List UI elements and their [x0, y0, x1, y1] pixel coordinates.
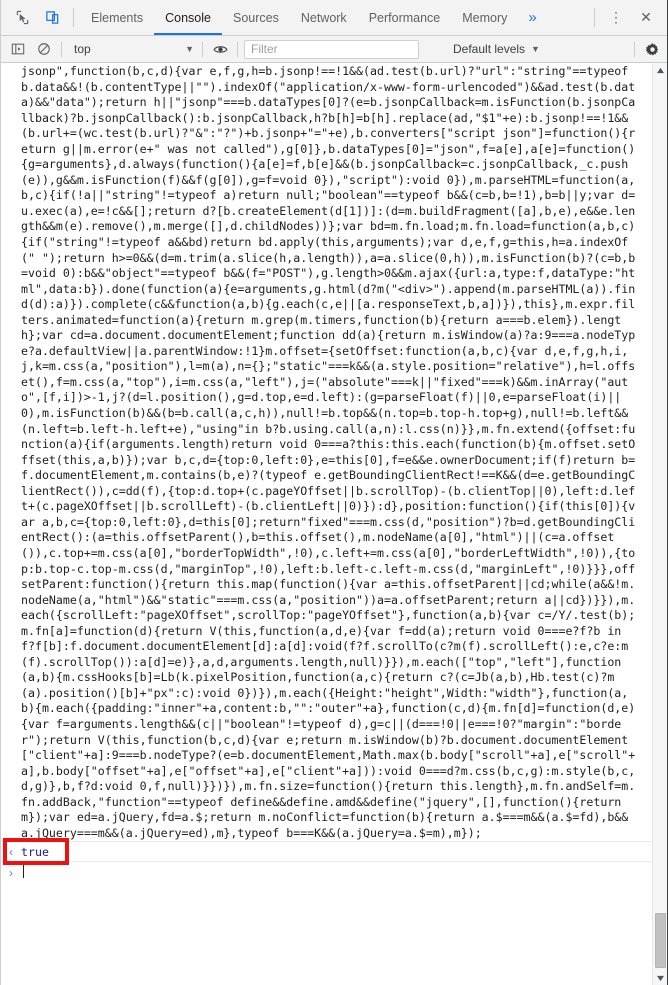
- result-content: true: [21, 845, 652, 859]
- devtools-panel: Elements Console Sources Network Perform…: [0, 0, 668, 985]
- console-message-area: jsonp",function(b,c,d){var e,f,g,h=b.jso…: [1, 63, 667, 985]
- prompt-input[interactable]: [21, 865, 652, 881]
- tab-label: Elements: [91, 10, 144, 25]
- scrollbar-thumb[interactable]: [654, 912, 666, 969]
- devtools-main-menu-icon[interactable]: ⋮: [601, 0, 631, 35]
- text-cursor: [23, 865, 24, 879]
- execution-context-selector[interactable]: top ▼: [66, 40, 198, 59]
- console-result-true[interactable]: ‹ true: [1, 841, 652, 863]
- device-toolbar-icon[interactable]: [37, 0, 67, 35]
- clear-console-icon[interactable]: [31, 36, 57, 62]
- chevron-down-icon-levels: ▼: [531, 44, 540, 54]
- toolbar-divider-right: [594, 8, 595, 27]
- scroll-down-arrow-icon[interactable]: [653, 971, 668, 985]
- console-log-message[interactable]: jsonp",function(b,c,d){var e,f,g,h=b.jso…: [1, 63, 652, 841]
- console-prompt-row[interactable]: ›: [1, 862, 652, 882]
- tab-label: Console: [165, 10, 211, 25]
- tab-label: Network: [300, 10, 347, 25]
- result-marker-icon: ‹: [9, 844, 13, 859]
- tab-memory[interactable]: Memory: [451, 0, 518, 35]
- log-level-value: Default levels: [453, 42, 526, 56]
- tab-label: Sources: [232, 10, 279, 25]
- execution-context-value: top: [74, 42, 91, 56]
- message-content: jsonp",function(b,c,d){var e,f,g,h=b.jso…: [21, 63, 652, 841]
- chevron-down-icon: ▼: [185, 44, 194, 54]
- more-tabs-icon[interactable]: »: [518, 0, 546, 35]
- console-toolbar: top ▼ Filter Default levels ▼: [1, 36, 667, 63]
- console-scrollbar[interactable]: [652, 63, 667, 985]
- prompt-marker-icon: ›: [9, 866, 13, 881]
- tab-performance[interactable]: Performance: [358, 0, 452, 35]
- scrollbar-track[interactable]: [653, 77, 668, 971]
- devtools-tabbar: Elements Console Sources Network Perform…: [1, 0, 667, 36]
- result-value: true: [21, 844, 49, 859]
- console-sidebar-toggle-icon[interactable]: [5, 36, 31, 62]
- tabbar-right-controls: ⋮ ✕: [588, 0, 667, 35]
- vertical-dots-label: ⋮: [609, 9, 623, 25]
- console-toolbar-divider-1: [61, 41, 62, 57]
- toolbar-divider: [73, 8, 74, 27]
- console-toolbar-divider-4: [634, 41, 635, 57]
- message-gutter: [1, 63, 21, 841]
- console-toolbar-divider-2: [202, 41, 203, 57]
- tab-label: Performance: [368, 10, 441, 25]
- tab-label: Memory: [462, 10, 508, 25]
- panel-tabs: Elements Console Sources Network Perform…: [80, 0, 588, 35]
- live-expression-eye-icon[interactable]: [207, 36, 233, 62]
- filter-placeholder: Filter: [251, 42, 278, 56]
- tab-console[interactable]: Console: [154, 0, 222, 35]
- console-messages[interactable]: jsonp",function(b,c,d){var e,f,g,h=b.jso…: [1, 63, 652, 985]
- tab-elements[interactable]: Elements: [80, 0, 154, 35]
- filter-input[interactable]: Filter: [244, 39, 419, 59]
- tab-network[interactable]: Network: [290, 0, 358, 35]
- inspect-cursor-icon[interactable]: [7, 0, 37, 35]
- console-toolbar-divider-3: [237, 41, 238, 57]
- tab-sources[interactable]: Sources: [222, 0, 290, 35]
- close-label: ✕: [640, 9, 652, 25]
- more-tabs-label: »: [528, 9, 537, 26]
- gear-icon[interactable]: [639, 36, 665, 62]
- console-log-text: jsonp",function(b,c,d){var e,f,g,h=b.jso…: [21, 64, 636, 840]
- scroll-up-arrow-icon[interactable]: [653, 63, 668, 77]
- log-level-selector[interactable]: Default levels ▼: [447, 40, 546, 59]
- close-icon[interactable]: ✕: [631, 0, 661, 35]
